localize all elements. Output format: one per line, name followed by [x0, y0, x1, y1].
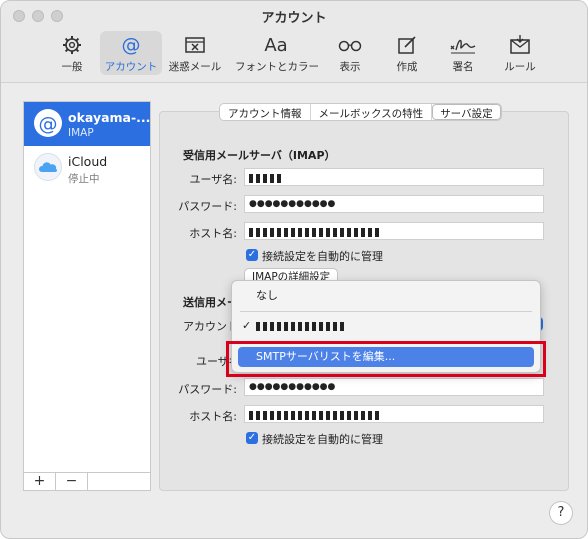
menu-item-current-server[interactable]: ✓: [238, 316, 534, 336]
remove-account-button[interactable]: −: [56, 473, 88, 490]
incoming-host-label: ホスト名:: [189, 227, 237, 240]
toolbar-junk-label: 迷惑メール: [168, 61, 222, 73]
toolbar-fonts[interactable]: Aa フォントとカラー: [235, 31, 319, 75]
account-status: 停止中: [68, 173, 100, 185]
toolbar-junk[interactable]: 迷惑メール: [164, 31, 226, 75]
toolbar-accounts-label: アカウント: [104, 61, 158, 73]
incoming-host-field[interactable]: [244, 222, 544, 240]
rules-icon: [489, 34, 551, 58]
outgoing-password-field[interactable]: ●●●●●●●●●●●: [244, 378, 544, 396]
toolbar-rules[interactable]: ルール: [489, 31, 551, 75]
accounts-sidebar: @ okayama-... IMAP iCloud 停止中 + −: [23, 101, 151, 491]
window-title: アカウント: [261, 11, 327, 26]
outgoing-auto-manage-checkbox[interactable]: ✓: [246, 432, 258, 444]
junk-icon: [164, 34, 226, 58]
toolbar-general-label: 一般: [61, 61, 83, 73]
menu-item-none[interactable]: なし: [238, 286, 534, 306]
tab-account-info[interactable]: アカウント情報: [220, 104, 311, 120]
sidebar-footer: + −: [24, 472, 150, 490]
incoming-password-field[interactable]: ●●●●●●●●●●●: [244, 195, 544, 213]
checkmark-icon: ✓: [242, 319, 252, 332]
menu-separator: [240, 311, 532, 312]
toolbar-composing[interactable]: 作成: [376, 31, 438, 75]
toolbar-rules-label: ルール: [504, 61, 536, 73]
toolbar-composing-label: 作成: [396, 61, 418, 73]
tab-server-settings[interactable]: サーバ設定: [432, 104, 501, 120]
preferences-window: アカウント 一般 @ アカウント 迷惑メール Aa フォントとカラー 表示 作成…: [0, 0, 588, 539]
toolbar-fonts-label: フォントとカラー: [235, 61, 319, 73]
incoming-username-label: ユーザ名:: [189, 173, 238, 186]
toolbar-signatures-label: 署名: [452, 61, 474, 73]
svg-text:@: @: [39, 113, 58, 135]
tab-bar: アカウント情報 メールボックスの特性 サーバ設定: [219, 103, 502, 121]
at-icon: @: [100, 34, 162, 58]
sidebar-account-okayama[interactable]: @ okayama-... IMAP: [24, 102, 150, 146]
incoming-server-heading: 受信用メールサーバ（IMAP）: [183, 149, 336, 162]
title-bar: アカウント 一般 @ アカウント 迷惑メール Aa フォントとカラー 表示 作成…: [1, 1, 587, 83]
incoming-username-field[interactable]: [244, 168, 544, 186]
signature-icon: [432, 34, 494, 58]
account-name: okayama-...: [68, 110, 151, 125]
sidebar-account-icloud[interactable]: iCloud 停止中: [24, 146, 150, 190]
compose-icon: [376, 34, 438, 58]
account-name: iCloud: [68, 154, 108, 169]
incoming-auto-manage-label: 接続設定を自動的に管理: [262, 250, 383, 263]
outgoing-password-label: パスワード:: [178, 383, 237, 396]
toolbar-accounts[interactable]: @ アカウント: [100, 31, 162, 75]
outgoing-account-label: アカウント: [183, 320, 238, 333]
gear-icon: [41, 34, 103, 58]
toolbar-general[interactable]: 一般: [41, 31, 103, 75]
font-icon: Aa: [264, 35, 288, 56]
incoming-password-label: パスワード:: [178, 200, 237, 213]
toolbar-signatures[interactable]: 署名: [432, 31, 494, 75]
help-button[interactable]: ?: [549, 501, 573, 525]
glasses-icon: [319, 34, 381, 58]
outgoing-auto-manage-label: 接続設定を自動的に管理: [262, 433, 383, 446]
outgoing-host-label: ホスト名:: [189, 410, 237, 423]
outgoing-host-field[interactable]: [244, 405, 544, 423]
account-type: IMAP: [68, 127, 94, 139]
at-icon: @: [34, 109, 62, 137]
toolbar-viewing[interactable]: 表示: [319, 31, 381, 75]
svg-text:@: @: [122, 34, 141, 56]
annotation-highlight-box: [226, 341, 546, 377]
incoming-auto-manage-checkbox[interactable]: ✓: [246, 249, 258, 261]
tab-mailbox-behaviors[interactable]: メールボックスの特性: [311, 104, 433, 120]
cloud-icon: [34, 153, 62, 181]
add-account-button[interactable]: +: [24, 473, 56, 490]
outgoing-server-heading: 送信用メー: [183, 296, 238, 309]
toolbar-viewing-label: 表示: [339, 61, 361, 73]
